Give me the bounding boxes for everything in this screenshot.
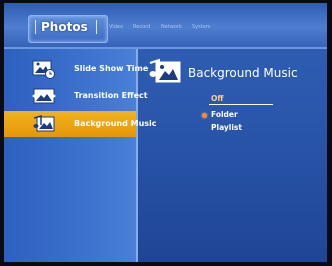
top-tab-bar: Photos Video Record Network System [4,3,327,49]
option-focus-underline [209,104,273,105]
tab-photos-label[interactable]: Photos [41,20,88,34]
photo-clock-icon [32,60,55,79]
menu-item-transition-effect[interactable]: Transition Effect [4,83,148,109]
tab-video[interactable]: Video [109,24,123,30]
tab-network[interactable]: Network [161,24,182,30]
panel-title: Background Music [188,66,298,80]
option-off[interactable]: Off [211,94,223,103]
menu-item-label: Slide Show Time [74,64,149,73]
tab-record[interactable]: Record [133,24,150,30]
menu-item-slide-show-time[interactable]: Slide Show Time [4,56,148,82]
menu-item-label: Background Music [74,119,157,128]
option-playlist[interactable]: Playlist [211,123,242,132]
tab-separator [96,20,97,34]
tab-system[interactable]: System [192,24,211,30]
option-folder[interactable]: Folder [211,110,238,119]
photo-music-icon [33,115,55,132]
selected-bullet-icon [202,113,207,118]
panel-divider [136,49,138,262]
menu-item-background-music[interactable]: Background Music [4,111,157,137]
photo-transition-icon [32,88,56,104]
settings-screen: Photos Video Record Network System Slide… [4,3,327,262]
tab-separator [35,20,36,34]
menu-item-label: Transition Effect [74,91,148,100]
photo-music-icon [149,58,181,83]
